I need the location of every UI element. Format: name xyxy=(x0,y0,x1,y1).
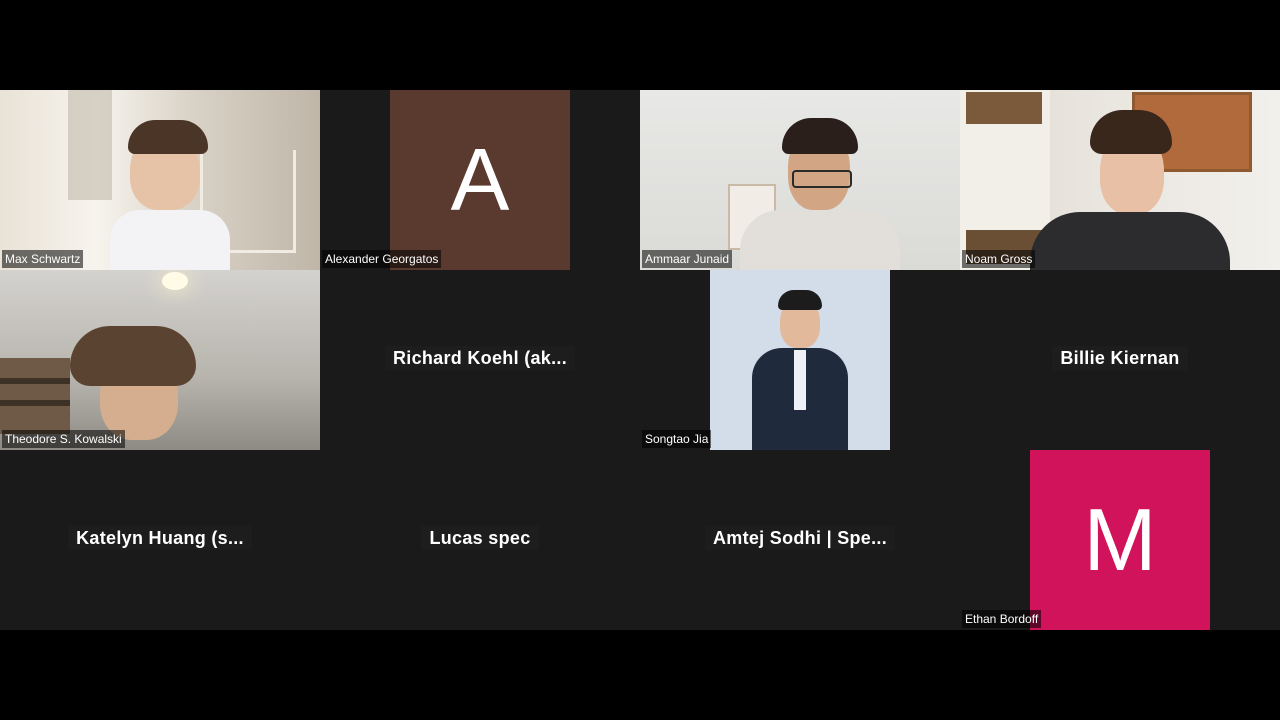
participant-video xyxy=(640,90,960,270)
participant-tile-lucas-spec[interactable]: Lucas spec xyxy=(320,450,640,630)
participant-tile-noam-gross[interactable]: Noam Gross xyxy=(960,90,1280,270)
participant-display-name: Billie Kiernan xyxy=(960,346,1280,370)
participant-display-name: Richard Koehl (ak... xyxy=(320,346,640,370)
participant-display-name: Katelyn Huang (s... xyxy=(0,526,320,550)
participant-display-name: Amtej Sodhi | Spe... xyxy=(640,526,960,550)
participant-tile-katelyn-huang[interactable]: Katelyn Huang (s... xyxy=(0,450,320,630)
participant-video xyxy=(0,90,320,270)
participant-name-label: Theodore S. Kowalski xyxy=(2,430,125,448)
participant-video xyxy=(0,270,320,450)
participant-name-label: Ammaar Junaid xyxy=(642,250,733,268)
avatar: M xyxy=(1030,450,1210,630)
video-gallery: Max Schwartz A Alexander Georgatos Ammaa… xyxy=(0,90,1280,630)
participant-video xyxy=(960,90,1280,270)
avatar-initial: A xyxy=(450,130,510,229)
participant-tile-billie-kiernan[interactable]: Billie Kiernan xyxy=(960,270,1280,450)
participant-name-label: Max Schwartz xyxy=(2,250,84,268)
participant-tile-songtao-jia[interactable]: Songtao Jia xyxy=(640,270,960,450)
participant-tile-alexander-georgatos[interactable]: A Alexander Georgatos xyxy=(320,90,640,270)
participant-tile-amtej-sodhi[interactable]: Amtej Sodhi | Spe... xyxy=(640,450,960,630)
participant-tile-richard-koehl[interactable]: Richard Koehl (ak... xyxy=(320,270,640,450)
participant-name-label: Songtao Jia xyxy=(642,430,712,448)
participant-name-label: Noam Gross xyxy=(962,250,1036,268)
participant-profile-photo xyxy=(710,270,890,450)
avatar-initial: M xyxy=(1083,490,1157,589)
participant-tile-ethan-bordoff[interactable]: M Ethan Bordoff xyxy=(960,450,1280,630)
participant-tile-ammaar-junaid[interactable]: Ammaar Junaid xyxy=(640,90,960,270)
participant-display-name: Lucas spec xyxy=(320,526,640,550)
avatar: A xyxy=(390,90,570,270)
participant-tile-theodore-kowalski[interactable]: Theodore S. Kowalski xyxy=(0,270,320,450)
participant-name-label: Alexander Georgatos xyxy=(322,250,442,268)
participant-tile-max-schwartz[interactable]: Max Schwartz xyxy=(0,90,320,270)
participant-name-label: Ethan Bordoff xyxy=(962,610,1042,628)
